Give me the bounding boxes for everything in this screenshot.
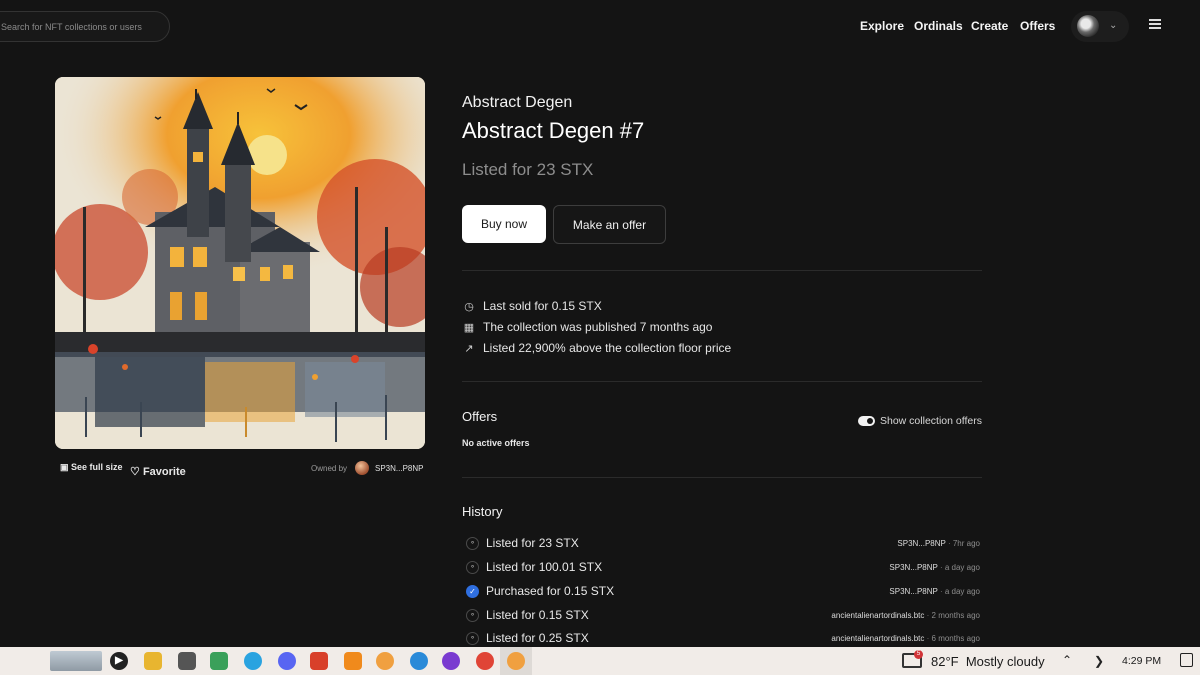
calendar-icon: ▦ (463, 322, 475, 334)
app-icon[interactable] (178, 652, 196, 670)
history-row: ✓ Purchased for 0.15 STX SP3N...P8NP · a… (462, 582, 982, 602)
avatar (1077, 15, 1099, 37)
history-event: Listed for 0.25 STX (486, 631, 589, 645)
buy-now-button[interactable]: Buy now (462, 205, 546, 243)
history-user-link[interactable]: SP3N...P8NP (889, 587, 937, 596)
history-time: 7hr ago (952, 539, 980, 548)
nav-explore[interactable]: Explore (860, 19, 904, 33)
history-event: Listed for 0.15 STX (486, 608, 589, 622)
app-icon[interactable] (376, 652, 394, 670)
history-event: Purchased for 0.15 STX (486, 584, 615, 598)
wifi-icon[interactable]: ❯ (1094, 654, 1104, 668)
history-row: ⚬ Listed for 23 STX SP3N...P8NP · 7hr ag… (462, 534, 982, 554)
media-player-icon[interactable]: ▶ (110, 652, 128, 670)
see-full-size-link[interactable]: ▣ See full size (60, 462, 123, 473)
no-offers-text: No active offers (462, 438, 530, 448)
owner-avatar[interactable] (355, 461, 369, 475)
temperature: 82°F (931, 654, 959, 669)
app-icon[interactable] (310, 652, 328, 670)
owned-by-label: Owned by (311, 464, 348, 473)
search-box[interactable] (0, 11, 170, 42)
see-full-size-label: See full size (71, 462, 123, 472)
tag-icon: ⚬ (466, 561, 479, 574)
collection-name-link[interactable]: Abstract Degen (462, 94, 572, 112)
history-event: Listed for 23 STX (486, 536, 579, 550)
widgets-thumbnail[interactable] (50, 651, 102, 671)
chevron-down-icon: ⌄ (1109, 20, 1118, 31)
heart-icon: ♡ (130, 466, 140, 478)
nft-artwork-image[interactable] (55, 77, 425, 449)
tag-icon: ⚬ (466, 632, 479, 645)
divider (462, 270, 982, 271)
weather-condition: Mostly cloudy (965, 654, 1045, 669)
history-time: a day ago (944, 587, 980, 596)
owner-link[interactable]: SP3N...P8NP (375, 464, 423, 473)
history-user-link[interactable]: SP3N...P8NP (897, 539, 945, 548)
history-event: Listed for 100.01 STX (486, 560, 603, 574)
item-title: Abstract Degen #7 (462, 118, 645, 143)
history-user-link[interactable]: ancientalienartordinals.btc (831, 611, 924, 620)
history-user-link[interactable]: ancientalienartordinals.btc (831, 634, 924, 643)
fact-text: Listed 22,900% above the collection floo… (483, 341, 732, 355)
search-input[interactable] (1, 12, 161, 41)
fact-published: ▦ The collection was published 7 months a… (462, 320, 713, 334)
offers-heading: Offers (462, 409, 498, 424)
telegram-icon[interactable] (244, 652, 262, 670)
edge-icon[interactable] (410, 652, 428, 670)
check-circle-icon: ✓ (466, 585, 479, 598)
weather-widget[interactable]: 82°F Mostly cloudy (931, 654, 1045, 669)
chevron-up-icon[interactable]: ⌃ (1062, 653, 1072, 667)
nav-create[interactable]: Create (971, 19, 1008, 33)
fact-floor-price: ↗ Listed 22,900% above the collection flo… (462, 341, 731, 355)
browser-icon[interactable] (442, 652, 460, 670)
listing-price: Listed for 23 STX (462, 160, 594, 179)
discord-icon[interactable] (278, 652, 296, 670)
top-bar: Explore Ordinals Create Offers ⌄ (0, 0, 1200, 52)
favorite-button[interactable]: ♡ Favorite (130, 465, 186, 478)
history-heading: History (462, 504, 503, 519)
hamburger-menu-icon[interactable] (1149, 19, 1161, 30)
clock-icon: ◷ (464, 301, 474, 313)
divider (462, 477, 982, 478)
history-user-link[interactable]: SP3N...P8NP (889, 563, 937, 572)
app-icon[interactable] (210, 652, 228, 670)
os-taskbar: ▶ 5 82°F Mostly cloudy ⌃ ❯ 4:29 PM (0, 647, 1200, 675)
clock[interactable]: 4:29 PM (1122, 655, 1161, 667)
divider (462, 381, 982, 382)
fact-last-sold: ◷ Last sold for 0.15 STX (462, 299, 602, 313)
file-explorer-icon[interactable] (144, 652, 162, 670)
collection-offers-toggle-label[interactable]: Show collection offers (880, 415, 982, 427)
history-time: 2 months ago (931, 611, 980, 620)
nav-ordinals[interactable]: Ordinals (914, 19, 963, 33)
notification-center-icon[interactable] (1180, 653, 1193, 667)
history-row: ⚬ Listed for 0.25 STX ancientalienartord… (462, 629, 982, 649)
tag-icon: ⚬ (466, 537, 479, 550)
history-row: ⚬ Listed for 0.15 STX ancientalienartord… (462, 606, 982, 626)
account-menu-button[interactable]: ⌄ (1071, 11, 1129, 42)
fact-text: Last sold for 0.15 STX (483, 299, 602, 313)
trending-up-icon: ↗ (464, 343, 474, 355)
collection-offers-toggle[interactable] (858, 416, 875, 426)
history-row: ⚬ Listed for 100.01 STX SP3N...P8NP · a … (462, 558, 982, 578)
app-icon[interactable] (507, 652, 525, 670)
fact-text: The collection was published 7 months ag… (483, 320, 713, 334)
history-time: 6 months ago (931, 634, 980, 643)
nav-offers[interactable]: Offers (1020, 19, 1055, 33)
make-offer-button[interactable]: Make an offer (553, 205, 666, 244)
history-time: a day ago (944, 563, 980, 572)
tag-icon: ⚬ (466, 609, 479, 622)
vlc-icon[interactable] (344, 652, 362, 670)
chrome-icon[interactable] (476, 652, 494, 670)
favorite-label: Favorite (142, 466, 186, 478)
notification-badge: 5 (914, 650, 923, 659)
